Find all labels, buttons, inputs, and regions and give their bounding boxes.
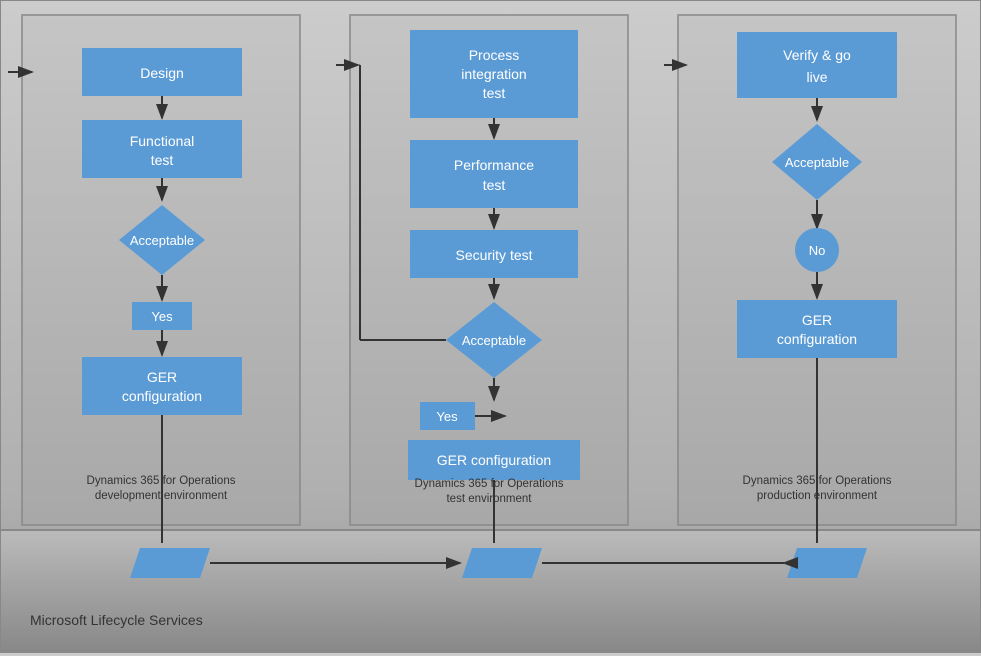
ger-config-label-2: GER configuration — [437, 452, 551, 468]
mls-text-label: Microsoft Lifecycle Services — [30, 612, 203, 628]
no-label: No — [809, 243, 826, 258]
security-label: Security test — [455, 247, 532, 263]
functional-test-label: Functional — [130, 133, 195, 149]
col2-env-label2: test environment — [446, 493, 532, 505]
pit-label2: integration — [461, 66, 526, 82]
ger-config-label-1: GER — [147, 369, 177, 385]
pit-label: Process — [469, 47, 520, 63]
acceptable-label-2: Acceptable — [462, 333, 526, 348]
design-label: Design — [140, 65, 184, 81]
perf-label2: test — [483, 177, 506, 193]
pit-label3: test — [483, 85, 506, 101]
verify-label: Verify & go — [783, 47, 851, 63]
para-3 — [787, 548, 867, 578]
yes-label-1: Yes — [151, 309, 173, 324]
acceptable-label-1: Acceptable — [130, 233, 194, 248]
functional-test-label2: test — [151, 152, 174, 168]
ger-config-label-3: GER — [802, 312, 832, 328]
para-2 — [462, 548, 542, 578]
ger-config-label-1b: configuration — [122, 388, 202, 404]
col2-env-label: Dynamics 365 for Operations — [415, 478, 564, 490]
perf-label: Performance — [454, 157, 534, 173]
acceptable-label-3: Acceptable — [785, 155, 849, 170]
main-diagram-svg: Design Functional test Acceptable Yes GE… — [0, 0, 981, 653]
ger-config-label-3b: configuration — [777, 331, 857, 347]
verify-label2: live — [806, 69, 827, 85]
yes-label-2: Yes — [436, 409, 458, 424]
para-1 — [130, 548, 210, 578]
svg-wrapper: Design Functional test Acceptable Yes GE… — [0, 0, 981, 653]
